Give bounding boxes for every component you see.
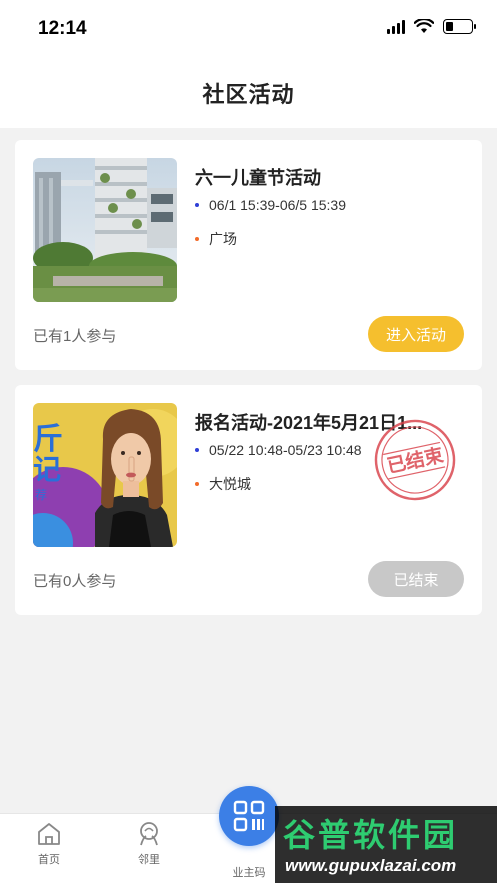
participant-count: 已有0人参与 [33,573,117,590]
activity-card[interactable]: 斤 记 荐 报名活动-2021年5月21日1... 05/22 10:48-05… [15,385,482,615]
svg-text:记: 记 [33,453,61,486]
participant-count: 已有1人参与 [33,328,117,345]
activity-image-poster: 斤 记 荐 [33,403,177,547]
bullet-dot [195,448,199,452]
watermark-url: www.gupuxlazai.com [285,856,457,875]
bullet-dot [195,237,199,241]
ended-stamp: 已结束 [374,419,456,501]
join-activity-button[interactable]: 进入活动 [368,316,464,352]
activity-card[interactable]: 六一儿童节活动 06/1 15:39-06/5 15:39 广场 已有1人参与 … [15,140,482,370]
tab-home-label: 首页 [38,854,60,866]
bullet-dot [195,482,199,486]
qr-code-button[interactable] [219,786,279,846]
activity-time-text: 05/22 10:48-05/23 10:48 [209,442,362,458]
activity-place-text: 大悦城 [209,476,251,492]
ended-button[interactable]: 已结束 [368,561,464,597]
status-bar: 12:14 [0,0,497,58]
activity-time-text: 06/1 15:39-06/5 15:39 [209,197,347,213]
watermark-title: 谷普软件园 [283,816,459,854]
bullet-dot [195,203,199,207]
activity-image-building [33,158,177,302]
tab-home[interactable]: 首页 [19,820,79,867]
neighbor-icon [140,822,158,846]
svg-text:荐: 荐 [35,488,47,502]
signal-icon [387,19,405,34]
nav-bar: 社区活动 [0,58,497,128]
stamp-text: 已结束 [385,443,447,478]
tab-owner-code-label: 业主码 [232,867,266,879]
svg-text:斤: 斤 [33,422,63,457]
wifi-icon [414,19,434,33]
status-icons [387,19,476,34]
qr-code-icon [233,800,265,832]
home-icon [38,823,60,845]
tab-neighbor[interactable]: 邻里 [119,820,179,867]
watermark: 谷普软件园 www.gupuxlazai.com [275,806,497,883]
status-time: 12:14 [38,18,87,39]
activity-time: 05/22 10:48-05/23 10:48 [195,442,362,458]
tab-neighbor-label: 邻里 [138,854,160,866]
activity-place: 广场 [195,229,237,249]
activity-place: 大悦城 [195,474,251,494]
activity-title: 六一儿童节活动 [195,168,321,188]
activity-time: 06/1 15:39-06/5 15:39 [195,197,346,213]
page-title: 社区活动 [202,82,295,107]
battery-icon [443,19,476,34]
activity-place-text: 广场 [209,231,237,247]
